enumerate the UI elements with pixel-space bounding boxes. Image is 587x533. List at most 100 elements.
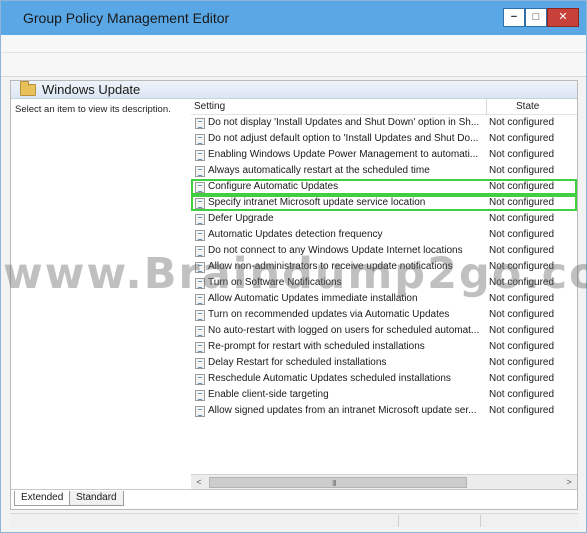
setting-state: Not configured: [489, 149, 555, 160]
setting-name: Re-prompt for restart with scheduled ins…: [208, 341, 425, 352]
setting-state: Not configured: [489, 213, 555, 224]
policy-setting-icon: [195, 294, 205, 305]
table-row[interactable]: Always automatically restart at the sche…: [191, 163, 577, 179]
setting-name: Specify intranet Microsoft update servic…: [208, 197, 426, 208]
setting-state: Not configured: [489, 277, 555, 288]
setting-state: Not configured: [489, 261, 555, 272]
column-state-header[interactable]: State: [516, 101, 539, 112]
scroll-grip-icon: III: [332, 479, 337, 488]
setting-state: Not configured: [489, 133, 555, 144]
table-row[interactable]: Allow Automatic Updates immediate instal…: [191, 291, 577, 307]
menu-bar: [1, 35, 586, 53]
policy-setting-icon: [195, 198, 205, 209]
settings-list: Setting State Do not display 'Install Up…: [191, 99, 577, 474]
table-row[interactable]: Turn on Software Notifications Not config…: [191, 275, 577, 291]
setting-name: Reschedule Automatic Updates scheduled i…: [208, 373, 451, 384]
table-row[interactable]: Enable client-side targeting Not configur…: [191, 387, 577, 403]
description-hint: Select an item to view its description.: [15, 104, 171, 115]
setting-state: Not configured: [489, 341, 555, 352]
table-row[interactable]: Defer Upgrade Not configured: [191, 211, 577, 227]
policy-setting-icon: [195, 118, 205, 129]
setting-state: Not configured: [489, 293, 555, 304]
policy-setting-icon: [195, 214, 205, 225]
view-tabs: Extended Standard: [11, 489, 577, 509]
table-row[interactable]: Reschedule Automatic Updates scheduled i…: [191, 371, 577, 387]
policy-setting-icon: [195, 342, 205, 353]
table-row[interactable]: Automatic Updates detection frequency Not…: [191, 227, 577, 243]
setting-name: Allow Automatic Updates immediate instal…: [208, 293, 418, 304]
policy-setting-icon: [195, 134, 205, 145]
column-header: Setting State: [191, 99, 577, 115]
table-row[interactable]: Specify intranet Microsoft update servic…: [191, 195, 577, 211]
window-title: Group Policy Management Editor: [23, 10, 230, 26]
policy-setting-icon: [195, 374, 205, 385]
setting-name: No auto-restart with logged on users for…: [208, 325, 480, 336]
toolbar: [1, 53, 586, 77]
setting-name: Allow non-administrators to receive upda…: [208, 261, 453, 272]
policy-setting-icon: [195, 310, 205, 321]
close-button[interactable]: ✕: [547, 8, 579, 27]
title-bar[interactable]: Group Policy Management Editor − □ ✕: [1, 1, 586, 35]
settings-rows: Do not display 'Install Updates and Shut…: [191, 115, 577, 419]
policy-setting-icon: [195, 246, 205, 257]
policy-setting-icon: [195, 278, 205, 289]
status-separator: [480, 515, 481, 527]
table-row[interactable]: Turn on recommended updates via Automati…: [191, 307, 577, 323]
policy-setting-icon: [195, 150, 205, 161]
setting-state: Not configured: [489, 373, 555, 384]
setting-name: Always automatically restart at the sche…: [208, 165, 430, 176]
setting-name: Defer Upgrade: [208, 213, 274, 224]
table-row[interactable]: Allow signed updates from an intranet Mi…: [191, 403, 577, 419]
policy-setting-icon: [195, 358, 205, 369]
setting-state: Not configured: [489, 357, 555, 368]
setting-name: Do not connect to any Windows Update Int…: [208, 245, 463, 256]
setting-name: Automatic Updates detection frequency: [208, 229, 383, 240]
setting-name: Turn on recommended updates via Automati…: [208, 309, 450, 320]
setting-name: Turn on Software Notifications: [208, 277, 342, 288]
tab-extended[interactable]: Extended: [14, 491, 71, 506]
setting-name: Enabling Windows Update Power Management…: [208, 149, 479, 160]
policy-setting-icon: [195, 166, 205, 177]
panel-header: Windows Update: [11, 81, 577, 99]
table-row[interactable]: Delay Restart for scheduled installation…: [191, 355, 577, 371]
table-row[interactable]: Do not connect to any Windows Update Int…: [191, 243, 577, 259]
horizontal-scrollbar[interactable]: < III >: [191, 474, 577, 490]
setting-state: Not configured: [489, 181, 555, 192]
setting-state: Not configured: [489, 325, 555, 336]
table-row[interactable]: Configure Automatic Updates Not configure…: [191, 179, 577, 195]
details-panel: Windows Update Select an item to view it…: [10, 80, 578, 510]
table-row[interactable]: No auto-restart with logged on users for…: [191, 323, 577, 339]
scroll-right-arrow-icon[interactable]: >: [561, 475, 577, 490]
policy-setting-icon: [195, 262, 205, 273]
table-row[interactable]: Re-prompt for restart with scheduled ins…: [191, 339, 577, 355]
setting-name: Enable client-side targeting: [208, 389, 329, 400]
scroll-thumb[interactable]: III: [209, 477, 467, 488]
folder-icon: [20, 81, 36, 96]
setting-name: Do not adjust default option to 'Install…: [208, 133, 479, 144]
setting-name: Delay Restart for scheduled installation…: [208, 357, 387, 368]
panel-title: Windows Update: [42, 82, 141, 97]
setting-name: Do not display 'Install Updates and Shut…: [208, 117, 480, 128]
policy-setting-icon: [195, 182, 205, 193]
scroll-left-arrow-icon[interactable]: <: [191, 475, 207, 490]
minimize-button[interactable]: −: [503, 8, 525, 27]
policy-setting-icon: [195, 406, 205, 417]
table-row[interactable]: Allow non-administrators to receive upda…: [191, 259, 577, 275]
editor-window: Group Policy Management Editor − □ ✕ Win…: [0, 0, 587, 533]
table-row[interactable]: Enabling Windows Update Power Management…: [191, 147, 577, 163]
status-bar: [10, 513, 578, 527]
status-separator: [398, 515, 399, 527]
setting-state: Not configured: [489, 389, 555, 400]
table-row[interactable]: Do not display 'Install Updates and Shut…: [191, 115, 577, 131]
setting-state: Not configured: [489, 197, 555, 208]
policy-setting-icon: [195, 390, 205, 401]
setting-state: Not configured: [489, 165, 555, 176]
table-row[interactable]: Do not adjust default option to 'Install…: [191, 131, 577, 147]
setting-state: Not configured: [489, 229, 555, 240]
column-setting-header[interactable]: Setting: [194, 101, 225, 112]
maximize-button[interactable]: □: [525, 8, 547, 27]
policy-setting-icon: [195, 230, 205, 241]
policy-setting-icon: [195, 326, 205, 337]
tab-standard[interactable]: Standard: [69, 491, 124, 506]
column-divider[interactable]: [486, 99, 487, 115]
